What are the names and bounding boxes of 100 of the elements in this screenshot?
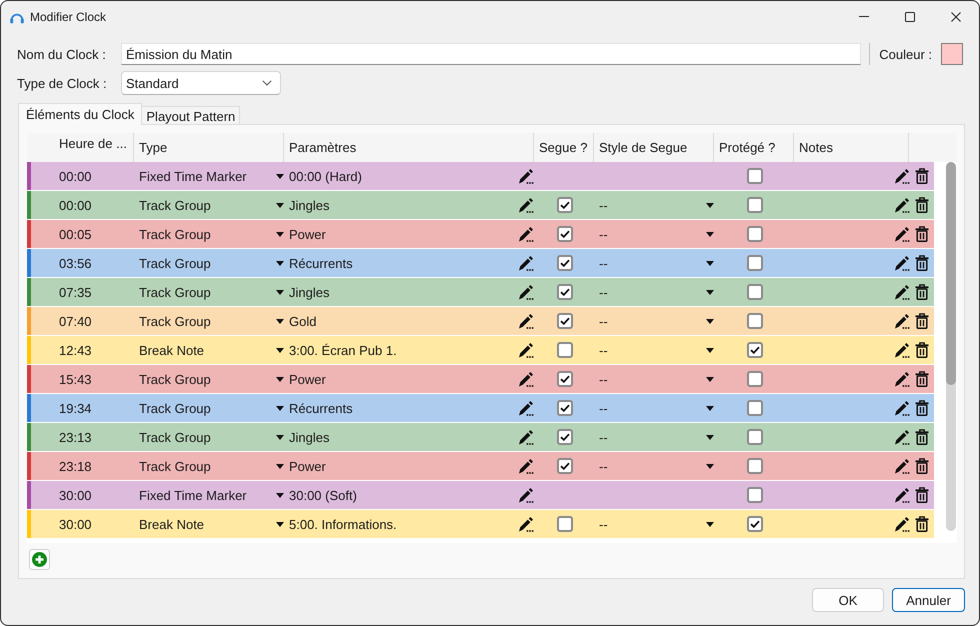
segue-style-dropdown[interactable]: -- [594,307,714,335]
type-dropdown[interactable]: Break Note [134,336,284,364]
type-dropdown[interactable]: Track Group [134,394,284,422]
pencil-icon[interactable] [894,197,910,213]
trash-icon[interactable] [915,313,929,329]
segue-style-dropdown[interactable]: -- [594,452,714,480]
dropdown-arrow-icon[interactable] [706,434,714,440]
clock-name-field[interactable]: Émission du Matin [121,43,862,65]
table-row[interactable]: 07:40 Track Group Gold -- [27,307,934,336]
segue-checkbox[interactable] [556,458,572,474]
clock-type-dropdown[interactable]: Standard [121,71,281,95]
scrollbar-thumb[interactable] [946,162,956,385]
segue-checkbox[interactable] [556,284,572,300]
pencil-icon[interactable] [894,371,910,387]
pencil-icon[interactable] [518,371,534,387]
dropdown-arrow-icon[interactable] [276,522,284,526]
pencil-icon[interactable] [894,487,910,503]
segue-style-dropdown[interactable]: -- [594,191,714,219]
tab[interactable]: Éléments du Clock [18,103,142,125]
segue-checkbox[interactable] [556,313,572,329]
dropdown-arrow-icon[interactable] [276,492,284,498]
type-dropdown[interactable]: Track Group [134,452,284,480]
pencil-icon[interactable] [894,429,910,445]
table-row[interactable]: 15:43 Track Group Power -- [27,365,934,394]
protected-checkbox[interactable] [747,226,763,242]
dropdown-arrow-icon[interactable] [276,434,284,440]
trash-icon[interactable] [915,197,929,213]
trash-icon[interactable] [915,516,929,532]
protected-checkbox[interactable] [747,458,763,474]
dropdown-arrow-icon[interactable] [276,202,284,208]
segue-checkbox[interactable] [556,371,572,387]
pencil-icon[interactable] [894,342,910,358]
segue-checkbox[interactable] [556,255,572,271]
trash-icon[interactable] [915,226,929,242]
tab[interactable]: Playout Pattern [142,106,240,124]
add-button[interactable] [29,549,50,570]
pencil-icon[interactable] [518,458,534,474]
dropdown-arrow-icon[interactable] [276,348,284,352]
segue-checkbox[interactable] [556,226,572,242]
dropdown-arrow-icon[interactable] [276,318,284,324]
dropdown-arrow-icon[interactable] [706,464,714,468]
pencil-icon[interactable] [518,226,534,242]
segue-style-dropdown[interactable]: -- [594,278,714,306]
type-dropdown[interactable]: Track Group [134,249,284,277]
dropdown-arrow-icon[interactable] [706,202,714,208]
segue-checkbox[interactable] [556,429,572,445]
dropdown-arrow-icon[interactable] [706,376,714,382]
pencil-icon[interactable] [894,284,910,300]
pencil-icon[interactable] [518,168,534,184]
dropdown-arrow-icon[interactable] [706,318,714,324]
protected-checkbox[interactable] [747,197,763,213]
pencil-icon[interactable] [518,487,534,503]
table-row[interactable]: 12:43 Break Note 3:00. Écran Pub 1. -- [27,336,934,365]
pencil-icon[interactable] [518,429,534,445]
segue-style-dropdown[interactable]: -- [594,365,714,393]
segue-checkbox[interactable] [556,342,572,358]
dropdown-arrow-icon[interactable] [706,522,714,526]
protected-checkbox[interactable] [747,313,763,329]
pencil-icon[interactable] [894,313,910,329]
dialog-button[interactable]: Annuler [892,588,965,612]
segue-style-dropdown[interactable]: -- [594,249,714,277]
type-dropdown[interactable]: Track Group [134,220,284,248]
table-row[interactable]: 23:18 Track Group Power -- [27,452,934,481]
protected-checkbox[interactable] [747,342,763,358]
type-dropdown[interactable]: Track Group [134,307,284,335]
trash-icon[interactable] [915,168,929,184]
dropdown-arrow-icon[interactable] [276,260,284,266]
segue-style-dropdown[interactable]: -- [594,336,714,364]
pencil-icon[interactable] [894,516,910,532]
trash-icon[interactable] [915,429,929,445]
trash-icon[interactable] [915,255,929,271]
segue-style-dropdown[interactable]: -- [594,220,714,248]
segue-style-dropdown[interactable]: -- [594,394,714,422]
protected-checkbox[interactable] [747,487,763,503]
table-row[interactable]: 00:05 Track Group Power -- [27,220,934,249]
table-row[interactable]: 00:00 Fixed Time Marker 00:00 (Hard) [27,162,934,191]
dropdown-arrow-icon[interactable] [276,376,284,382]
table-row[interactable]: 30:00 Break Note 5:00. Informations. -- [27,510,934,539]
segue-style-dropdown[interactable]: -- [594,510,714,538]
table-row[interactable]: 03:56 Track Group Récurrents -- [27,249,934,278]
segue-checkbox[interactable] [556,400,572,416]
protected-checkbox[interactable] [747,429,763,445]
dropdown-arrow-icon[interactable] [276,232,284,236]
dropdown-arrow-icon[interactable] [276,290,284,294]
table-row[interactable]: 00:00 Track Group Jingles -- [27,191,934,220]
dropdown-arrow-icon[interactable] [706,290,714,294]
protected-checkbox[interactable] [747,284,763,300]
table-row[interactable]: 07:35 Track Group Jingles -- [27,278,934,307]
trash-icon[interactable] [915,458,929,474]
dropdown-arrow-icon[interactable] [706,406,714,410]
segue-checkbox[interactable] [556,197,572,213]
pencil-icon[interactable] [518,516,534,532]
dropdown-arrow-icon[interactable] [276,174,284,178]
table-row[interactable]: 30:00 Fixed Time Marker 30:00 (Soft) [27,481,934,510]
pencil-icon[interactable] [894,458,910,474]
scrollbar-track[interactable] [946,162,956,531]
protected-checkbox[interactable] [747,168,763,184]
pencil-icon[interactable] [518,342,534,358]
trash-icon[interactable] [915,342,929,358]
table-row[interactable]: 19:34 Track Group Récurrents -- [27,394,934,423]
